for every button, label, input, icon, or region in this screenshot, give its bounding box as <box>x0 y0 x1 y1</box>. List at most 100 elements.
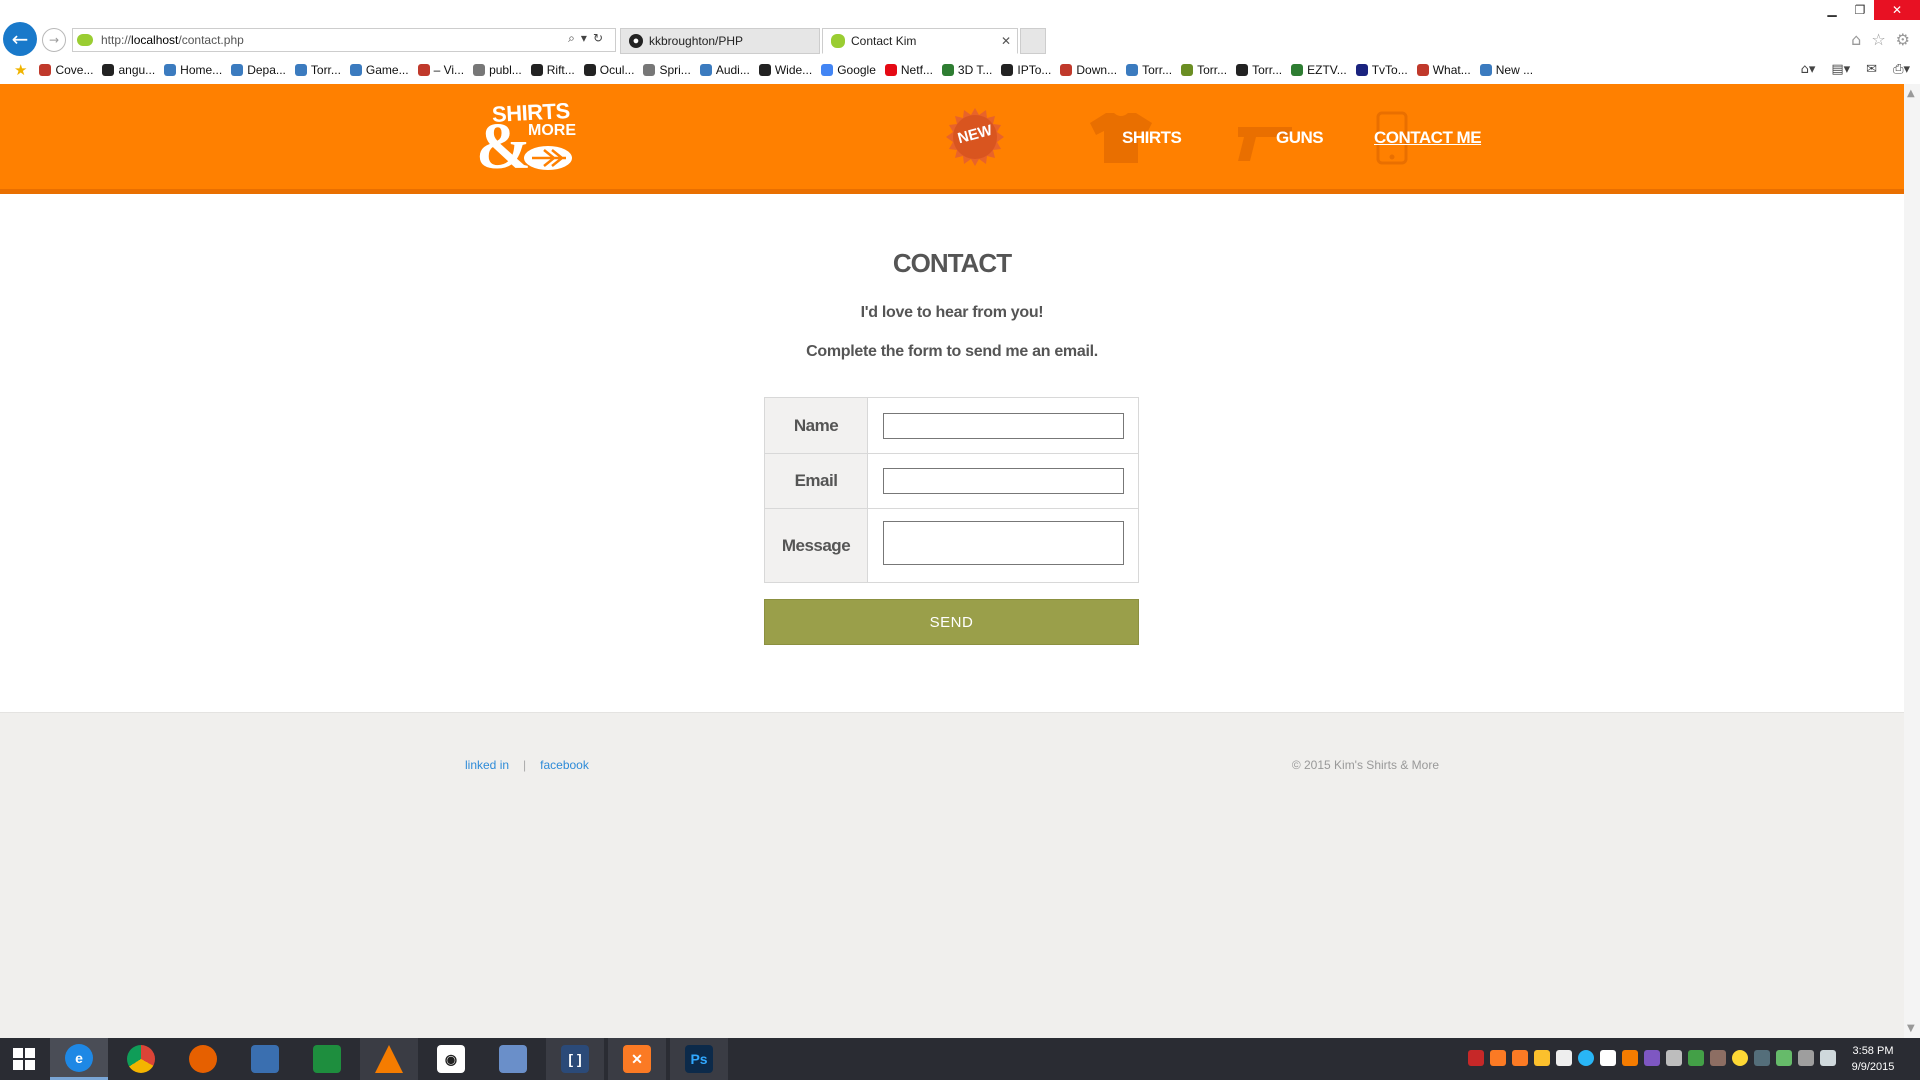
app-tray-icon[interactable] <box>1732 1050 1748 1066</box>
network-status-icon[interactable] <box>1798 1050 1814 1066</box>
adobe-tray-icon[interactable] <box>1468 1050 1484 1066</box>
home-icon[interactable]: ⌂ <box>1851 30 1861 49</box>
xampp-tray-icon[interactable] <box>1490 1050 1506 1066</box>
store-icon <box>313 1045 341 1073</box>
xampp-tray-icon[interactable] <box>1512 1050 1528 1066</box>
favorite-link[interactable]: IPTo... <box>1001 63 1051 77</box>
nav-shirts[interactable]: SHIRTS <box>1088 111 1182 165</box>
dropdown-icon[interactable]: ▾ <box>581 31 593 45</box>
volume-icon[interactable] <box>1820 1050 1836 1066</box>
taskbar-xampp[interactable]: ✕ <box>608 1038 666 1080</box>
favorite-link[interactable]: What... <box>1416 63 1471 77</box>
taskbar-brackets[interactable]: [ ] <box>546 1038 604 1080</box>
network-tray-icon[interactable] <box>1578 1050 1594 1066</box>
taskbar-chrome[interactable] <box>112 1038 170 1080</box>
favorite-link[interactable]: Down... <box>1060 63 1117 77</box>
message-textarea[interactable] <box>883 521 1124 565</box>
favorite-link[interactable]: Torr... <box>1126 63 1172 77</box>
favorite-site-icon <box>941 64 954 76</box>
minimize-icon[interactable]: ▁ <box>1818 0 1846 20</box>
facebook-link[interactable]: facebook <box>540 758 589 772</box>
favorite-site-icon <box>643 64 656 76</box>
favorite-link[interactable]: TvTo... <box>1355 63 1408 77</box>
favorite-link[interactable]: publ... <box>473 63 522 77</box>
home-menu-icon[interactable]: ⌂▾ <box>1801 62 1816 77</box>
favorite-link[interactable]: Depa... <box>231 63 286 77</box>
tab-close-icon[interactable]: ✕ <box>1001 34 1011 48</box>
vlc-tray-icon[interactable] <box>1622 1050 1638 1066</box>
app-tray-icon[interactable] <box>1688 1050 1704 1066</box>
favorite-link[interactable]: Google <box>821 63 876 77</box>
steam-tray-icon[interactable] <box>1754 1050 1770 1066</box>
settings-gear-icon[interactable]: ⚙ <box>1896 30 1910 49</box>
site-logo[interactable]: SHIRTS MORE & <box>476 98 582 180</box>
favorite-link[interactable]: 3D T... <box>941 63 992 77</box>
favorite-label: angu... <box>118 63 156 77</box>
onedrive-tray-icon[interactable] <box>1666 1050 1682 1066</box>
new-tab-button[interactable] <box>1020 28 1046 54</box>
app-tray-icon[interactable] <box>1776 1050 1792 1066</box>
favorite-link[interactable]: Spri... <box>643 63 691 77</box>
taskbar-eye-app[interactable]: ◉ <box>422 1038 480 1080</box>
favorite-link[interactable]: Torr... <box>1236 63 1282 77</box>
favorite-link[interactable]: Netf... <box>884 63 933 77</box>
favorites-star-icon[interactable]: ☆ <box>1871 30 1885 49</box>
page-scrollbar[interactable]: ▲ ▼ <box>1904 84 1920 1038</box>
favorite-link[interactable]: Rift... <box>530 63 575 77</box>
refresh-icon[interactable]: ↻ <box>593 31 609 45</box>
back-button[interactable]: ← <box>3 22 37 56</box>
favorite-link[interactable]: angu... <box>102 63 155 77</box>
taskbar-control-panel[interactable] <box>236 1038 294 1080</box>
tab-contact-kim[interactable]: Contact Kim ✕ <box>822 28 1018 54</box>
nav-guns[interactable]: GUNS <box>1234 111 1324 165</box>
scroll-up-icon[interactable]: ▲ <box>1907 88 1915 99</box>
name-input[interactable] <box>883 412 1124 439</box>
tab-github[interactable]: ● kkbroughton/PHP <box>620 28 820 54</box>
nav-contact-me[interactable]: CONTACT ME <box>1374 111 1484 165</box>
favorite-link[interactable]: Torr... <box>1181 63 1227 77</box>
taskbar-store[interactable] <box>298 1038 356 1080</box>
drive-tray-icon[interactable] <box>1534 1050 1550 1066</box>
taskbar-photoshop[interactable]: Ps <box>670 1038 728 1080</box>
send-button[interactable]: SEND <box>764 599 1139 645</box>
close-window-icon[interactable]: ✕ <box>1874 0 1920 20</box>
favorite-link[interactable]: EZTV... <box>1291 63 1347 77</box>
feeds-icon[interactable]: ▤▾ <box>1831 62 1850 77</box>
favorite-link[interactable]: – Vi... <box>417 63 464 77</box>
start-button[interactable] <box>0 1038 48 1080</box>
linkedin-link[interactable]: linked in <box>465 758 509 772</box>
scroll-down-icon[interactable]: ▼ <box>1907 1023 1915 1034</box>
favorite-link[interactable]: Audi... <box>699 63 750 77</box>
search-icon[interactable]: ⌕ <box>568 31 581 45</box>
tab-label: Contact Kim <box>851 34 917 48</box>
name-label: Name <box>764 397 868 454</box>
app-tray-icon[interactable] <box>1644 1050 1660 1066</box>
favorite-link[interactable]: Game... <box>349 63 409 77</box>
taskbar-vlc[interactable] <box>360 1038 418 1080</box>
favorite-link[interactable]: Wide... <box>758 63 812 77</box>
favorite-link[interactable]: Cove... <box>39 63 93 77</box>
favorite-link[interactable]: Home... <box>164 63 222 77</box>
taskbar-clock[interactable]: 3:58 PM 9/9/2015 <box>1838 1043 1908 1075</box>
taskbar-internet-explorer[interactable]: e <box>50 1038 108 1080</box>
favorite-link[interactable]: New ... <box>1479 63 1533 77</box>
favorite-label: Torr... <box>1197 63 1228 77</box>
address-url[interactable]: http://localhost/contact.php <box>101 33 244 47</box>
nav-new[interactable]: NEW <box>944 106 1006 168</box>
favorite-link[interactable]: Torr... <box>294 63 341 77</box>
forward-arrow-icon: → <box>48 33 60 47</box>
site-favicon-icon <box>831 34 845 48</box>
taskbar-firefox[interactable] <box>174 1038 232 1080</box>
forward-button[interactable]: → <box>42 28 66 52</box>
app-tray-icon[interactable] <box>1710 1050 1726 1066</box>
address-bar[interactable]: http://localhost/contact.php ⌕▾↻ <box>72 28 616 52</box>
restore-icon[interactable]: ❐ <box>1846 0 1874 20</box>
mail-icon[interactable]: ✉ <box>1866 62 1877 77</box>
windows-tray-icon[interactable] <box>1556 1050 1572 1066</box>
email-input[interactable] <box>883 468 1124 494</box>
add-favorite-icon[interactable]: ★ <box>14 61 27 79</box>
favorite-link[interactable]: Ocul... <box>583 63 634 77</box>
eye-tray-icon[interactable] <box>1600 1050 1616 1066</box>
taskbar-network-app[interactable] <box>484 1038 542 1080</box>
print-icon[interactable]: ⎙▾ <box>1893 62 1910 77</box>
